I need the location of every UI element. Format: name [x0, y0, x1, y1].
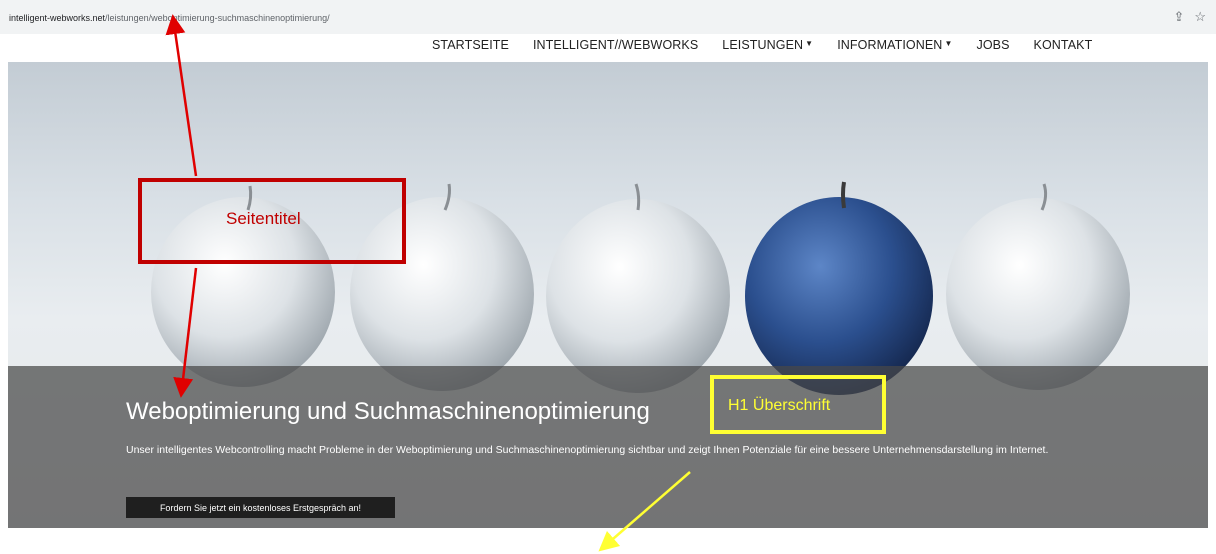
main-navigation: STARTSEITE INTELLIGENT//WEBWORKS LEISTUN…	[0, 34, 1216, 62]
seitentitel-annotation-label: Seitentitel	[226, 209, 301, 228]
nav-item-jobs[interactable]: JOBS	[976, 38, 1009, 52]
nav-item-intelligent-webworks[interactable]: INTELLIGENT//WEBWORKS	[533, 38, 698, 52]
hero-lead-text: Unser intelligentes Webcontrolling macht…	[126, 444, 1049, 456]
caret-down-icon: ▼	[944, 39, 953, 48]
share-icon[interactable]: ⇪	[1173, 9, 1184, 25]
url-host: intelligent-webworks.net	[9, 13, 106, 23]
page-heading: Weboptimierung und Suchmaschinenoptimier…	[126, 398, 650, 425]
browser-address-bar[interactable]: intelligent-webworks.net/leistungen/webo…	[0, 0, 1216, 34]
nav-item-kontakt[interactable]: KONTAKT	[1034, 38, 1093, 52]
consultation-cta-button[interactable]: Fordern Sie jetzt ein kostenloses Erstge…	[126, 497, 395, 518]
nav-item-startseite[interactable]: STARTSEITE	[432, 38, 509, 52]
h1-annotation-label: H1 Überschrift	[728, 397, 831, 414]
url-path: /leistungen/weboptimierung-suchmaschinen…	[105, 13, 330, 23]
caret-down-icon: ▼	[805, 39, 814, 48]
bookmark-star-icon[interactable]: ☆	[1194, 9, 1206, 25]
nav-item-leistungen[interactable]: LEISTUNGEN ▼	[722, 38, 813, 52]
url-text[interactable]: intelligent-webworks.net/leistungen/webo…	[9, 13, 330, 23]
nav-item-informationen[interactable]: INFORMATIONEN ▼	[837, 38, 952, 52]
